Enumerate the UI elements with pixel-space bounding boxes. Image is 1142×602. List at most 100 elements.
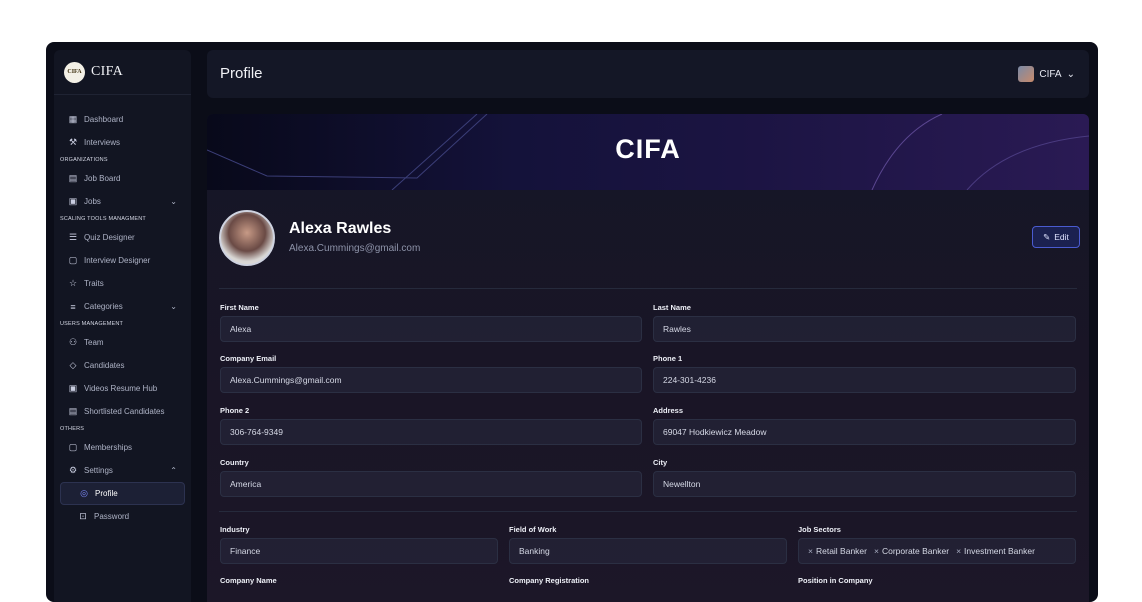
user-menu[interactable]: CIFA ⌄ bbox=[1018, 64, 1075, 84]
video-icon: ▣ bbox=[68, 383, 78, 393]
edit-button-label: Edit bbox=[1054, 232, 1069, 242]
phone1-field[interactable]: 224-301-4236 bbox=[653, 367, 1076, 393]
last-name-field[interactable]: Rawles bbox=[653, 316, 1076, 342]
divider bbox=[219, 288, 1077, 289]
country-field[interactable]: America bbox=[220, 471, 642, 497]
membership-icon: ▢ bbox=[68, 442, 78, 452]
clipboard-icon: ▤ bbox=[68, 406, 78, 416]
sidebar-item-jobs[interactable]: ▣ Jobs ⌄ bbox=[60, 190, 185, 213]
sidebar-section-label: OTHERS bbox=[60, 426, 85, 432]
briefcase-icon: ▣ bbox=[68, 196, 78, 206]
country-label: Country bbox=[220, 458, 249, 467]
city-field[interactable]: Newellton bbox=[653, 471, 1076, 497]
sidebar-item-label: Jobs bbox=[84, 197, 101, 206]
sidebar-item-traits[interactable]: ☆ Traits bbox=[60, 272, 185, 295]
chevron-down-icon[interactable]: ⌄ bbox=[170, 302, 177, 311]
lock-icon: ⊡ bbox=[79, 511, 87, 521]
sidebar-item-categories[interactable]: ≡ Categories ⌄ bbox=[60, 295, 185, 318]
sidebar-item-shortlisted-candidates[interactable]: ▤ Shortlisted Candidates bbox=[60, 400, 185, 423]
chevron-up-icon[interactable]: ⌃ bbox=[170, 466, 177, 475]
sidebar-item-profile[interactable]: ◎ Profile bbox=[60, 482, 185, 505]
sidebar-item-label: Memberships bbox=[84, 443, 133, 452]
job-sector-tag: × Retail Banker bbox=[808, 546, 867, 556]
app-window: CIFA CIFA ▦ Dashboard ⚒ Interviews ORGANIZAT… bbox=[46, 42, 1098, 602]
first-name-label: First Name bbox=[220, 303, 259, 312]
sidebar-section-label: ORGANIZATIONS bbox=[60, 157, 108, 163]
remove-tag-icon[interactable]: × bbox=[956, 546, 961, 556]
sidebar-item-password[interactable]: ⊡ Password bbox=[60, 505, 185, 528]
company-email-field[interactable]: Alexa.Cummings@gmail.com bbox=[220, 367, 642, 393]
sidebar-item-label: Profile bbox=[95, 489, 118, 498]
user-menu-label: CIFA bbox=[1039, 68, 1062, 80]
edit-button[interactable]: ✎ Edit bbox=[1032, 226, 1080, 248]
brand-name: CIFA bbox=[91, 64, 124, 79]
sidebar-item-label: Job Board bbox=[84, 174, 121, 183]
sidebar-item-label: Quiz Designer bbox=[84, 233, 135, 242]
profile-name: Alexa Rawles bbox=[289, 220, 392, 237]
sidebar-item-label: Categories bbox=[84, 302, 123, 311]
phone2-label: Phone 2 bbox=[220, 406, 250, 415]
job-sectors-field[interactable]: × Retail Banker × Corporate Banker × Investme… bbox=[798, 538, 1076, 564]
address-label: Address bbox=[653, 406, 684, 415]
top-bar: Profile CIFA ⌄ bbox=[207, 50, 1089, 98]
page-title: Profile bbox=[220, 65, 263, 82]
sidebar-item-job-board[interactable]: ▤ Job Board bbox=[60, 167, 185, 190]
job-sector-tag: × Investment Banker bbox=[956, 546, 1035, 556]
sidebar-item-settings[interactable]: ⚙ Settings ⌃ bbox=[60, 459, 185, 482]
sidebar: CIFA CIFA ▦ Dashboard ⚒ Interviews ORGANIZAT… bbox=[54, 50, 191, 602]
remove-tag-icon[interactable]: × bbox=[874, 546, 879, 556]
brand[interactable]: CIFA CIFA bbox=[64, 61, 123, 83]
avatar bbox=[1018, 66, 1035, 82]
profile-header: Alexa Rawles Alexa.Cummings@gmail.com ✎ … bbox=[219, 210, 1080, 270]
team-icon: ⚇ bbox=[68, 337, 78, 347]
position-label: Position in Company bbox=[798, 576, 873, 585]
field-of-work-label: Field of Work bbox=[509, 525, 557, 534]
gear-icon: ⚙ bbox=[68, 465, 78, 475]
dashboard-icon: ▦ bbox=[68, 114, 78, 124]
remove-tag-icon[interactable]: × bbox=[808, 546, 813, 556]
chevron-down-icon[interactable]: ⌄ bbox=[170, 197, 177, 206]
last-name-label: Last Name bbox=[653, 303, 691, 312]
sidebar-item-label: Settings bbox=[84, 466, 113, 475]
edit-icon: ✎ bbox=[1043, 231, 1051, 242]
sidebar-item-team[interactable]: ⚇ Team bbox=[60, 331, 185, 354]
sidebar-item-label: Shortlisted Candidates bbox=[84, 407, 165, 416]
cifa-logo: CIFA bbox=[64, 61, 85, 83]
job-sector-tag-label: Corporate Banker bbox=[881, 546, 950, 556]
banner-title: CIFA bbox=[615, 134, 681, 164]
sidebar-item-interview-designer[interactable]: ▢ Interview Designer bbox=[60, 249, 185, 272]
sidebar-item-label: Traits bbox=[84, 279, 104, 288]
profile-card: CIFA Alexa Rawles Alexa.Cummings@gmail.c… bbox=[207, 114, 1089, 602]
sidebar-item-label: Team bbox=[84, 338, 104, 347]
field-of-work-field[interactable]: Banking bbox=[509, 538, 787, 564]
city-label: City bbox=[653, 458, 668, 467]
sidebar-item-memberships[interactable]: ▢ Memberships bbox=[60, 436, 185, 459]
address-field[interactable]: 69047 Hodkiewicz Meadow bbox=[653, 419, 1076, 445]
profile-icon: ◎ bbox=[80, 488, 88, 498]
sidebar-item-interviews[interactable]: ⚒ Interviews bbox=[60, 131, 185, 154]
phone2-field[interactable]: 306-764-9349 bbox=[220, 419, 642, 445]
star-icon: ☆ bbox=[68, 278, 78, 288]
sidebar-item-videos-resume-hub[interactable]: ▣ Videos Resume Hub bbox=[60, 377, 185, 400]
industry-field[interactable]: Finance bbox=[220, 538, 498, 564]
job-sector-tag-label: Retail Banker bbox=[815, 546, 867, 556]
sidebar-section-label: USERS MANAGEMENT bbox=[60, 321, 124, 327]
sidebar-item-label: Videos Resume Hub bbox=[84, 384, 158, 393]
quiz-icon: ☰ bbox=[68, 232, 78, 242]
sidebar-item-label: Password bbox=[94, 512, 130, 521]
profile-email: Alexa.Cummings@gmail.com bbox=[289, 243, 421, 254]
sidebar-item-label: Dashboard bbox=[84, 115, 124, 124]
sidebar-item-candidates[interactable]: ◇ Candidates bbox=[60, 354, 185, 377]
sidebar-nav: ▦ Dashboard ⚒ Interviews ORGANIZATIONS ▤ Job B… bbox=[60, 108, 185, 528]
company-registration-label: Company Registration bbox=[509, 576, 590, 585]
sidebar-item-label: Interviews bbox=[84, 138, 121, 147]
sidebar-item-label: Interview Designer bbox=[84, 256, 151, 265]
profile-banner: CIFA bbox=[207, 114, 1089, 190]
graduation-cap-icon: ◇ bbox=[69, 360, 77, 370]
job-sectors-label: Job Sectors bbox=[798, 525, 841, 534]
company-name-label: Company Name bbox=[220, 576, 277, 585]
first-name-field[interactable]: Alexa bbox=[220, 316, 642, 342]
sidebar-item-dashboard[interactable]: ▦ Dashboard bbox=[60, 108, 185, 131]
sidebar-item-quiz-designer[interactable]: ☰ Quiz Designer bbox=[60, 226, 185, 249]
job-sector-tag-label: Investment Banker bbox=[964, 546, 1035, 556]
